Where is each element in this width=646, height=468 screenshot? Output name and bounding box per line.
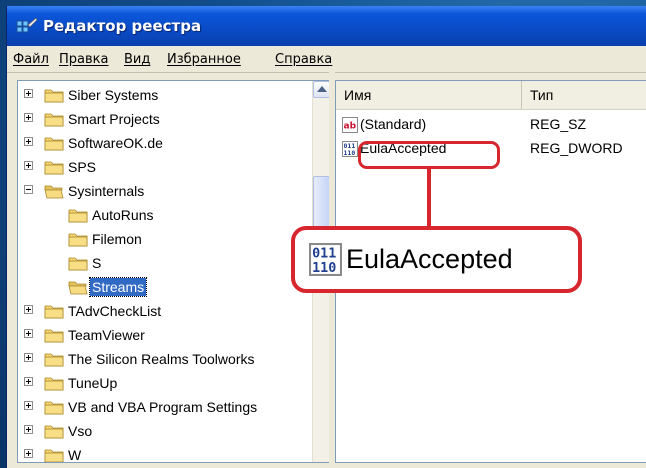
- tree-item-teamviewer[interactable]: TeamViewer: [18, 323, 314, 347]
- tree-item-label: Siber Systems: [68, 87, 159, 103]
- value-name: (Standard): [360, 116, 427, 132]
- tree-item-label: Smart Projects: [68, 111, 160, 127]
- expand-icon[interactable]: [24, 161, 33, 170]
- expand-icon[interactable]: [24, 425, 33, 434]
- open-folder-icon: [68, 281, 88, 295]
- tree-item-label: SPS: [68, 159, 97, 175]
- svg-text:011: 011: [312, 246, 336, 261]
- tree-item-filemon[interactable]: Filemon: [18, 227, 314, 251]
- tree-item-label: TAdvCheckList: [68, 303, 162, 319]
- tree-item-label: Streams: [88, 277, 148, 297]
- tree-item-label: The Silicon Realms Toolworks: [68, 351, 255, 367]
- scroll-up-button[interactable]: [313, 81, 330, 98]
- svg-text:110: 110: [312, 261, 336, 276]
- folder-icon: [44, 425, 64, 439]
- folder-icon: [68, 209, 88, 223]
- tree-item-label: Sysinternals: [68, 183, 145, 199]
- folder-icon: [44, 377, 64, 391]
- folder-icon: [44, 89, 64, 103]
- menu-bar: Файл Правка Вид Избранное Справка: [7, 46, 646, 73]
- folder-icon: [44, 161, 64, 175]
- tree-item-siber-systems[interactable]: Siber Systems: [18, 83, 314, 107]
- tree-item-sysinternals[interactable]: Sysinternals: [18, 179, 314, 203]
- title-bar[interactable]: Редактор реестра: [7, 6, 646, 46]
- folder-icon: [44, 137, 64, 151]
- tree-item-label: Vso: [68, 423, 93, 439]
- expand-icon[interactable]: [24, 113, 33, 122]
- list-header: Имя Тип: [336, 81, 646, 110]
- expand-icon[interactable]: [24, 377, 33, 386]
- folder-icon: [68, 233, 88, 247]
- column-header-name[interactable]: Имя: [336, 81, 522, 109]
- folder-icon: [44, 329, 64, 343]
- tree-item-tuneup[interactable]: TuneUp: [18, 371, 314, 395]
- menu-help[interactable]: Справка: [275, 52, 332, 67]
- folder-icon: [44, 305, 64, 319]
- folder-icon: [44, 353, 64, 367]
- tree-item-streams[interactable]: Streams: [18, 275, 314, 299]
- tree-item-label: S: [92, 255, 102, 271]
- open-folder-icon: [44, 185, 64, 199]
- menu-view[interactable]: Вид: [124, 52, 150, 67]
- folder-icon: [44, 449, 64, 462]
- tree-item-the-silicon-realms-toolworks[interactable]: The Silicon Realms Toolworks: [18, 347, 314, 371]
- tree-item-tadvchecklist[interactable]: TAdvCheckList: [18, 299, 314, 323]
- callout-connector: [427, 168, 431, 226]
- tree-item-label: TeamViewer: [68, 327, 145, 343]
- expand-icon[interactable]: [24, 329, 33, 338]
- expand-icon[interactable]: [24, 89, 33, 98]
- svg-text:ab: ab: [344, 122, 357, 132]
- tree-item-autoruns[interactable]: AutoRuns: [18, 203, 314, 227]
- value-row-standard[interactable]: ab (Standard) REG_SZ: [336, 113, 646, 137]
- column-header-type[interactable]: Тип: [522, 81, 646, 109]
- folder-icon: [44, 113, 64, 127]
- binary-value-icon: 011 110: [342, 141, 358, 157]
- value-type: REG_SZ: [530, 116, 587, 132]
- callout-label: EulaAccepted: [346, 244, 513, 274]
- expand-icon[interactable]: [24, 137, 33, 146]
- expand-icon[interactable]: [24, 401, 33, 410]
- menu-favorites[interactable]: Избранное: [167, 52, 241, 67]
- binary-value-icon: 011 110: [309, 243, 342, 276]
- folder-icon: [44, 401, 64, 415]
- expand-icon[interactable]: [24, 353, 33, 362]
- window-title: Редактор реестра: [43, 17, 202, 35]
- highlight-frame: [358, 141, 500, 169]
- expand-icon[interactable]: [24, 305, 33, 314]
- tree-item-softwareok-de[interactable]: SoftwareOK.de: [18, 131, 314, 155]
- tree-item-vso[interactable]: Vso: [18, 419, 314, 443]
- tree-item-label: Filemon: [92, 231, 142, 247]
- expand-icon[interactable]: [24, 449, 33, 458]
- tree-item-label: AutoRuns: [92, 207, 154, 223]
- zoom-callout: 011 110 EulaAccepted: [291, 226, 582, 293]
- tree-item-label: TuneUp: [68, 375, 118, 391]
- folder-icon: [68, 257, 88, 271]
- registry-editor-app-icon: [16, 17, 38, 33]
- tree-item-label: SoftwareOK.de: [68, 135, 163, 151]
- tree-item-w[interactable]: W: [18, 443, 314, 463]
- registry-key-tree[interactable]: Siber Systems Smart Projects SoftwareOK.de…: [17, 80, 331, 463]
- value-type: REG_DWORD: [530, 140, 623, 156]
- tree-item-sps[interactable]: SPS: [18, 155, 314, 179]
- tree-item-vb-and-vba-program-settings[interactable]: VB and VBA Program Settings: [18, 395, 314, 419]
- menu-file[interactable]: Файл: [13, 52, 49, 67]
- tree-item-label: W: [68, 447, 82, 463]
- menu-edit[interactable]: Правка: [59, 52, 108, 67]
- tree-item-label: VB and VBA Program Settings: [68, 399, 258, 415]
- collapse-icon[interactable]: [24, 185, 33, 194]
- string-value-icon: ab: [342, 117, 358, 133]
- svg-text:110: 110: [344, 149, 356, 157]
- tree-item-s[interactable]: S: [18, 251, 314, 275]
- tree-item-smart-projects[interactable]: Smart Projects: [18, 107, 314, 131]
